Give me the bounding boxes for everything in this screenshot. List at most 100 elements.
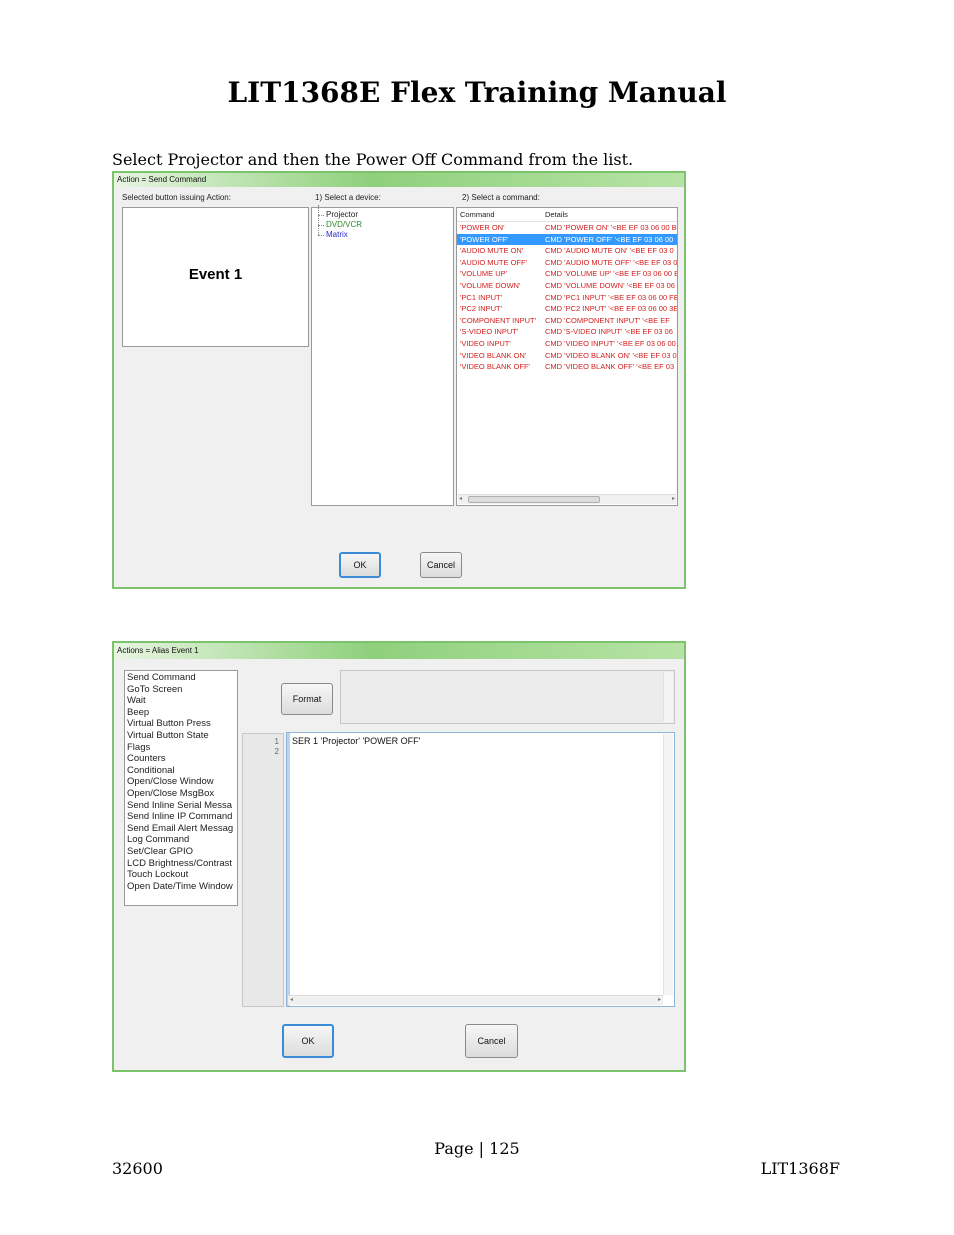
footer-left-code: 32600	[112, 1159, 163, 1178]
command-details: CMD 'POWER OFF' '<BE EF 03 06 00	[545, 234, 674, 244]
alias-event-dialog: Actions = Alias Event 1 Send Command GoTo…	[112, 641, 686, 1072]
command-name: 'COMPONENT INPUT'	[460, 315, 537, 325]
action-list-item[interactable]: Flags	[127, 742, 235, 754]
action-list-item[interactable]: Touch Lockout	[127, 869, 235, 881]
code-editor[interactable]: SER 1 'Projector' 'POWER OFF' ◂ ▸	[286, 732, 675, 1007]
action-list-item[interactable]: Open/Close Window	[127, 776, 235, 788]
action-list-item[interactable]: Send Command	[127, 672, 235, 684]
command-row[interactable]: 'AUDIO MUTE ON' CMD 'AUDIO MUTE ON' '<BE …	[457, 245, 677, 257]
line-number: 2	[274, 747, 279, 756]
command-row[interactable]: 'S-VIDEO INPUT' CMD 'S-VIDEO INPUT' '<BE …	[457, 326, 677, 338]
action-list-item[interactable]: Send Inline Serial Messa	[127, 800, 235, 812]
command-details: CMD 'VOLUME UP' '<BE EF 03 06 00 B	[545, 269, 677, 279]
scroll-left-icon[interactable]: ◂	[459, 495, 462, 504]
scroll-right-icon[interactable]: ▸	[672, 495, 675, 504]
command-row[interactable]: 'VIDEO BLANK ON' CMD 'VIDEO BLANK ON' '<B…	[457, 350, 677, 362]
action-list-item[interactable]: Counters	[127, 753, 235, 765]
action-list-item[interactable]: Virtual Button State	[127, 730, 235, 742]
footer-right-code: LIT1368F	[760, 1159, 840, 1178]
cancel-button[interactable]: Cancel	[465, 1024, 518, 1058]
command-row[interactable]: 'POWER ON' CMD 'POWER ON' '<BE EF 03 06 0…	[457, 222, 677, 234]
command-name: 'POWER OFF'	[460, 234, 509, 244]
command-list[interactable]: Command Details 'POWER ON' CMD 'POWER ON'…	[456, 207, 678, 506]
document-title: LIT1368E Flex Training Manual	[227, 76, 727, 109]
command-details: CMD 'AUDIO MUTE ON' '<BE EF 03 0	[545, 246, 674, 256]
action-list-item[interactable]: Virtual Button Press	[127, 718, 235, 730]
action-list-item[interactable]: Wait	[127, 695, 235, 707]
selected-button-preview: Event 1	[122, 207, 309, 347]
dialog-title: Action = Send Command	[114, 173, 684, 187]
command-row[interactable]: 'VOLUME DOWN' CMD 'VOLUME DOWN' '<BE EF 0…	[457, 280, 677, 292]
action-list-item[interactable]: Send Email Alert Messag	[127, 823, 235, 835]
command-list-hscrollbar[interactable]: ◂ ▸	[458, 494, 676, 504]
action-list[interactable]: Send Command GoTo Screen Wait Beep Virtual B…	[124, 670, 238, 906]
editor-hscrollbar[interactable]: ◂ ▸	[288, 995, 663, 1005]
command-row[interactable]: 'COMPONENT INPUT' CMD 'COMPONENT INPUT' '…	[457, 315, 677, 327]
command-row[interactable]: 'PC1 INPUT' CMD 'PC1 INPUT' '<BE EF 03 06…	[457, 292, 677, 304]
format-button[interactable]: Format	[281, 683, 333, 715]
cancel-button[interactable]: Cancel	[420, 552, 462, 578]
command-row[interactable]: 'PC2 INPUT' CMD 'PC2 INPUT' '<BE EF 03 06…	[457, 303, 677, 315]
line-number: 1	[274, 737, 279, 746]
editor-vscrollbar[interactable]	[663, 734, 673, 995]
command-name: 'AUDIO MUTE OFF'	[460, 257, 528, 267]
select-device-label: 1) Select a device:	[315, 193, 381, 202]
page-number: Page | 125	[434, 1139, 520, 1158]
command-row[interactable]: 'VOLUME UP' CMD 'VOLUME UP' '<BE EF 03 06…	[457, 268, 677, 280]
preview-vscrollbar[interactable]	[663, 672, 673, 722]
action-list-item[interactable]: Open Date/Time Window	[127, 881, 235, 893]
action-list-item[interactable]: Send Inline IP Command	[127, 811, 235, 823]
command-details: CMD 'AUDIO MUTE OFF' '<BE EF 03 0	[545, 257, 677, 267]
device-tree-item[interactable]: DVD/VCR	[314, 215, 362, 230]
command-details: CMD 'VIDEO BLANK OFF' '<BE EF 03	[545, 362, 675, 372]
details-column-header: Details	[545, 210, 568, 219]
device-tree-item[interactable]: Matrix	[314, 225, 362, 240]
send-command-dialog: Action = Send Command Selected button is…	[112, 171, 686, 589]
command-details: CMD 'POWER ON' '<BE EF 03 06 00 B	[545, 223, 677, 232]
command-name: 'VOLUME DOWN'	[460, 281, 521, 290]
action-list-item[interactable]: Beep	[127, 707, 235, 719]
command-details: CMD 'VOLUME DOWN' '<BE EF 03 06	[545, 281, 675, 290]
command-name: 'VIDEO BLANK ON'	[460, 350, 527, 360]
command-name: 'AUDIO MUTE ON'	[460, 246, 524, 256]
command-row[interactable]: 'VIDEO INPUT' CMD 'VIDEO INPUT' '<BE EF 0…	[457, 338, 677, 350]
command-name: 'POWER ON'	[460, 223, 505, 232]
action-list-item[interactable]: Set/Clear GPIO	[127, 846, 235, 858]
action-list-item[interactable]: Open/Close MsgBox	[127, 788, 235, 800]
line-number-gutter: 1 2	[242, 733, 284, 1007]
command-details: CMD 'S-VIDEO INPUT' '<BE EF 03 06	[545, 327, 673, 337]
command-row[interactable]: 'VIDEO BLANK OFF' CMD 'VIDEO BLANK OFF' '…	[457, 361, 677, 373]
editor-margin	[287, 733, 290, 1006]
action-list-item[interactable]: Log Command	[127, 834, 235, 846]
scroll-left-icon[interactable]: ◂	[290, 996, 293, 1005]
device-tree[interactable]: Projector DVD/VCR Matrix	[311, 205, 454, 506]
command-list-header: Command Details	[457, 208, 677, 222]
ok-button[interactable]: OK	[339, 552, 381, 578]
action-list-item[interactable]: Conditional	[127, 765, 235, 777]
device-tree-item[interactable]: Projector	[314, 205, 362, 220]
command-name: 'VIDEO INPUT'	[460, 339, 511, 348]
command-details: CMD 'PC1 INPUT' '<BE EF 03 06 00 FE	[545, 292, 677, 302]
command-row[interactable]: 'AUDIO MUTE OFF' CMD 'AUDIO MUTE OFF' '<B…	[457, 257, 677, 269]
command-name: 'VIDEO BLANK OFF'	[460, 362, 530, 372]
select-command-label: 2) Select a command:	[462, 193, 540, 202]
format-preview-box	[340, 670, 675, 724]
command-details: CMD 'PC2 INPUT' '<BE EF 03 06 00 3E	[545, 304, 677, 314]
command-name: 'PC1 INPUT'	[460, 292, 503, 302]
command-column-header: Command	[460, 210, 495, 219]
command-name: 'PC2 INPUT'	[460, 304, 503, 314]
code-line-1[interactable]: SER 1 'Projector' 'POWER OFF'	[292, 736, 420, 746]
command-name: 'VOLUME UP'	[460, 269, 508, 279]
command-details: CMD 'VIDEO BLANK ON' '<BE EF 03 0	[545, 350, 677, 360]
scroll-right-icon[interactable]: ▸	[658, 996, 661, 1005]
scroll-thumb[interactable]	[468, 496, 600, 503]
dialog-title: Actions = Alias Event 1	[114, 643, 684, 659]
command-details: CMD 'COMPONENT INPUT' '<BE EF	[545, 315, 670, 325]
ok-button[interactable]: OK	[282, 1024, 334, 1058]
selected-button-label: Selected button issuing Action:	[122, 193, 231, 202]
command-details: CMD 'VIDEO INPUT' '<BE EF 03 06 00	[545, 339, 676, 348]
action-list-item[interactable]: GoTo Screen	[127, 684, 235, 696]
action-list-item[interactable]: LCD Brightness/Contrast	[127, 858, 235, 870]
command-name: 'S-VIDEO INPUT'	[460, 327, 519, 337]
command-row[interactable]: 'POWER OFF' CMD 'POWER OFF' '<BE EF 03 06…	[457, 233, 677, 246]
